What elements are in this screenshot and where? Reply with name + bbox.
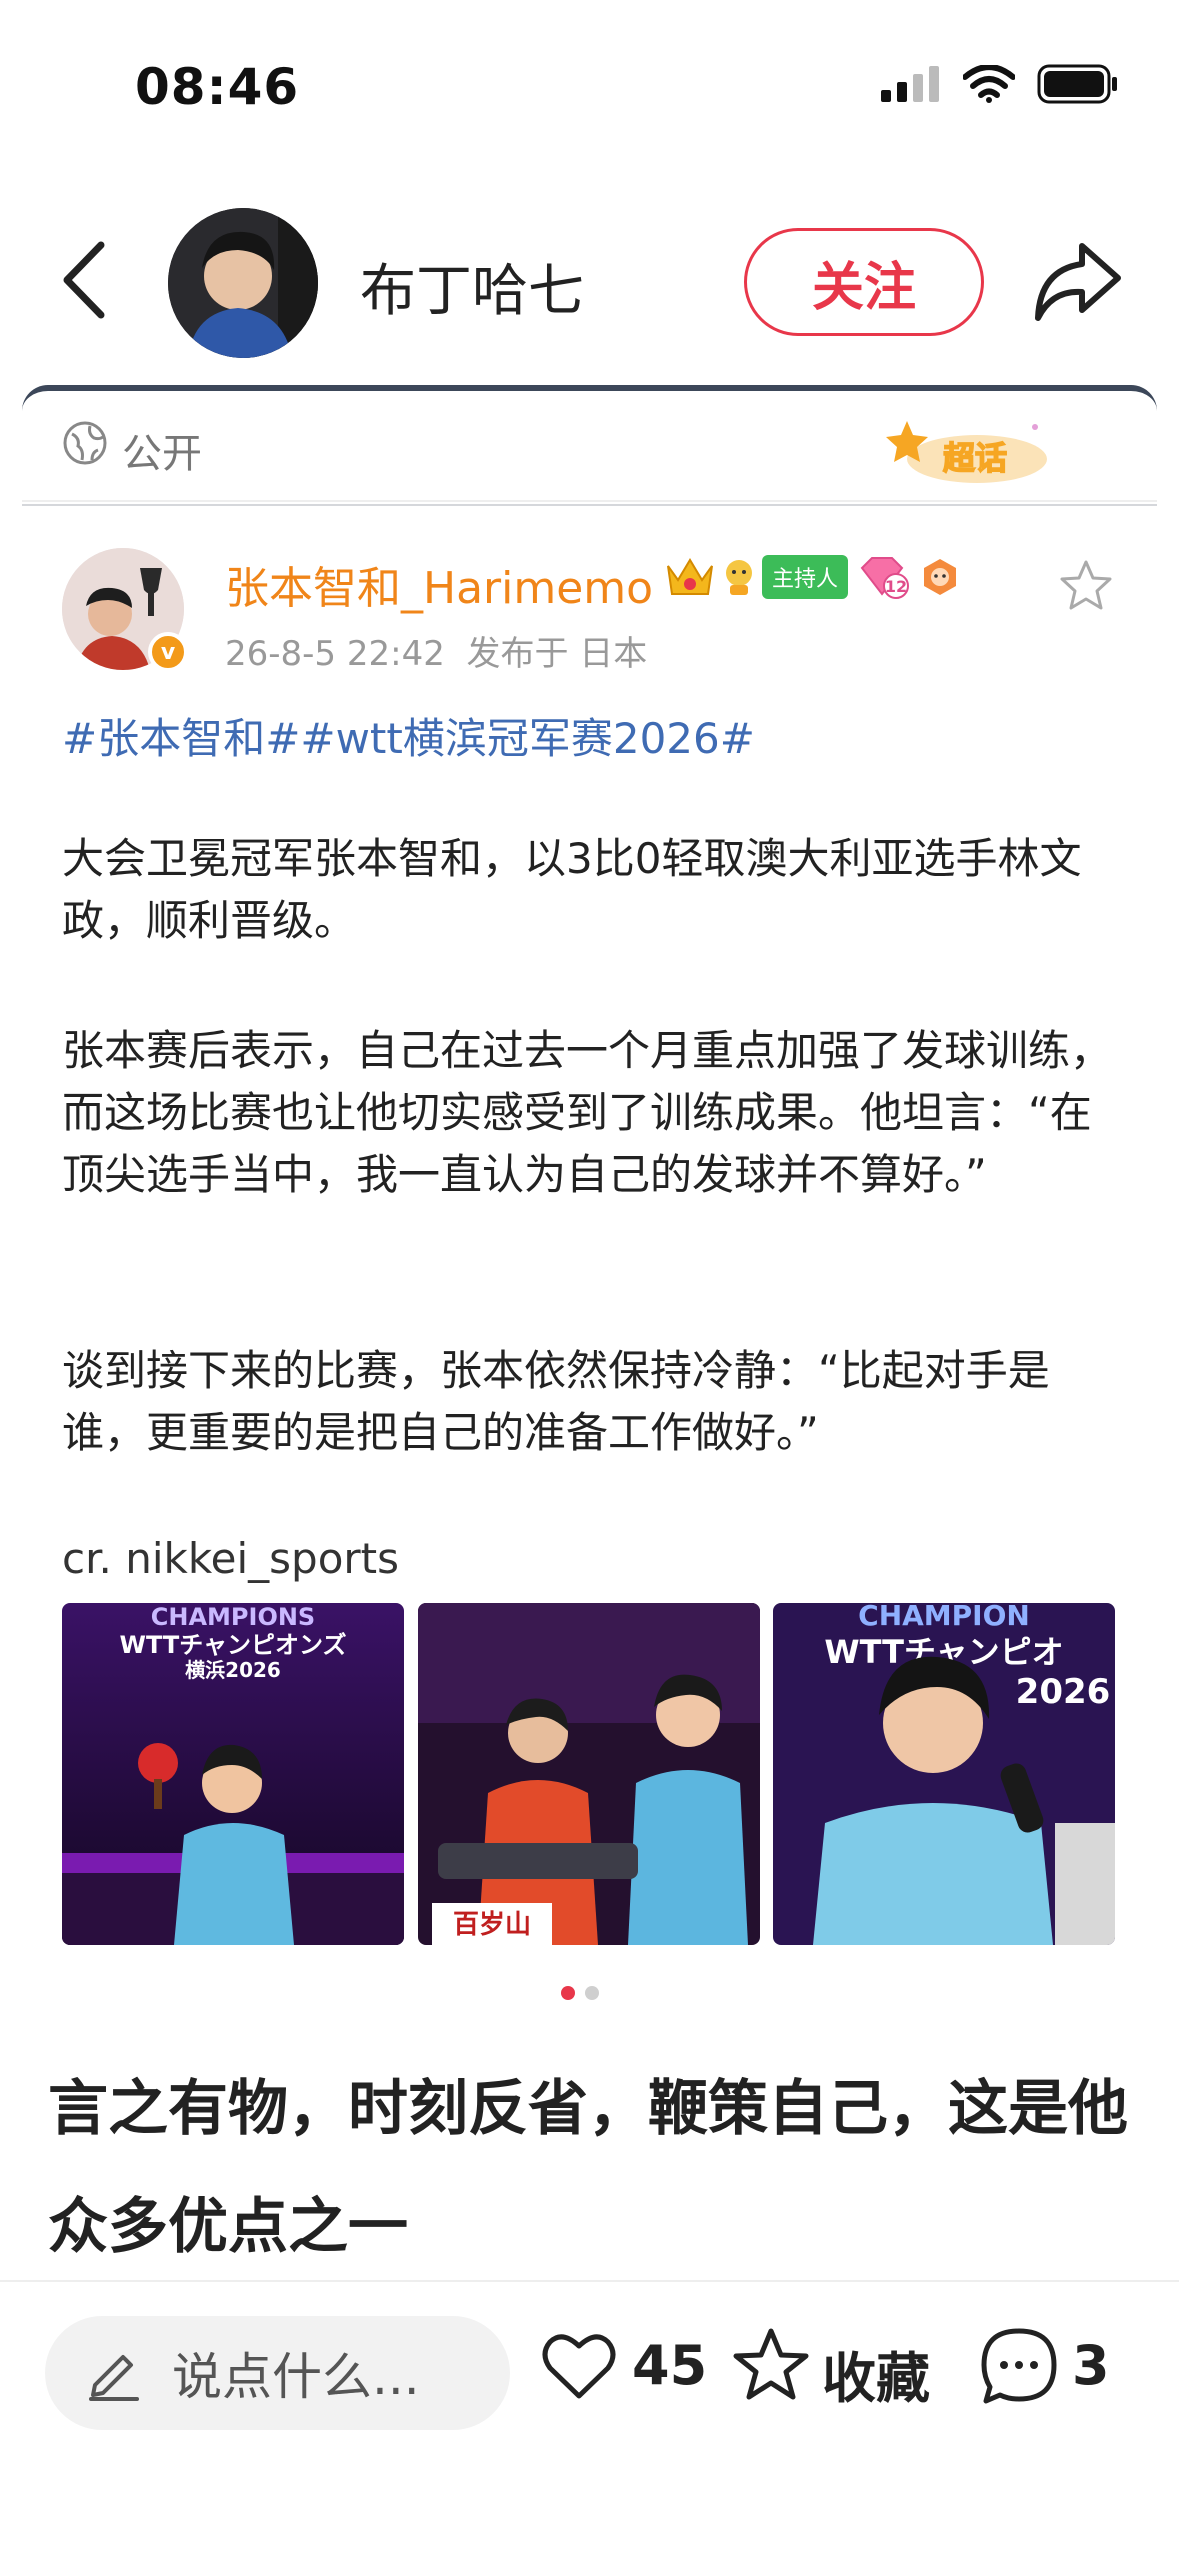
comment-count[interactable]: 3 xyxy=(1072,2334,1110,2397)
comment-bubble-icon[interactable] xyxy=(978,2325,1060,2407)
carousel-indicator xyxy=(561,1986,599,2000)
comment-placeholder[interactable]: 说点什么... xyxy=(172,2337,420,2409)
status-icons xyxy=(881,62,1119,106)
author-avatar[interactable] xyxy=(168,208,318,358)
verified-badge-icon: v xyxy=(148,632,188,672)
host-badge: 主持人 xyxy=(762,555,849,599)
photo-3-caption-3: 2026 xyxy=(1016,1672,1111,1712)
wifi-icon xyxy=(963,65,1015,103)
photo-3-caption-1: CHAMPION xyxy=(858,1603,1030,1632)
post-meta: 26-8-5 22:42 发布于 日本 xyxy=(225,626,647,675)
supertopic-badge[interactable]: 超话 xyxy=(885,415,1055,493)
favorite-star-icon[interactable] xyxy=(1058,558,1114,614)
status-time: 08:46 xyxy=(135,58,300,116)
battery-icon xyxy=(1037,64,1117,104)
post-paragraph-3: 谈到接下来的比赛，张本依然保持冷静：“比起对手是谁，更重要的是把自己的准备工作做… xyxy=(62,1346,1050,1457)
photo-1-image: CHAMPIONS WTTチャンピオンズ 横浜2026 xyxy=(62,1603,404,1945)
share-icon[interactable] xyxy=(1030,238,1125,326)
divider xyxy=(22,500,1157,502)
signal-icon xyxy=(881,66,939,102)
author-name[interactable]: 布丁哈七 xyxy=(360,246,584,327)
host-mascot-icon xyxy=(726,560,752,595)
level-number: 12 xyxy=(885,577,907,596)
carousel-dot-2[interactable] xyxy=(585,1986,599,2000)
post-photo-2[interactable]: 百岁山 xyxy=(418,1603,760,1945)
star-icon[interactable] xyxy=(730,2325,812,2407)
photo-1-caption-3: 横浜2026 xyxy=(185,1658,281,1682)
reposter-comment: 言之有物，时刻反省，鞭策自己，这是他众多优点之一 xyxy=(48,2074,1128,2262)
supertopic-badge-art: 超话 xyxy=(886,421,1047,483)
collect-label[interactable]: 收藏 xyxy=(822,2334,930,2413)
like-count[interactable]: 45 xyxy=(632,2334,707,2397)
photo-credit: cr. nikkei_sports xyxy=(62,1534,400,1583)
follow-button[interactable]: 关注 xyxy=(744,228,984,336)
back-icon[interactable] xyxy=(55,235,115,325)
supertopic-label: 超话 xyxy=(943,439,1007,477)
post-time: 26-8-5 22:42 xyxy=(225,634,445,674)
post-hashtags[interactable]: #张本智和##wtt横滨冠军赛2026# xyxy=(62,705,755,766)
photo-2-image: 百岁山 xyxy=(418,1603,760,1945)
post-photo-3[interactable]: CHAMPION WTTチャンピオ 2026 xyxy=(773,1603,1115,1945)
level-diamond-icon: 12 xyxy=(860,557,910,599)
carousel-dot-1[interactable] xyxy=(561,1986,575,2000)
post-paragraph-2: 张本赛后表示，自己在过去一个月重点加强了发球训练，而这场比赛也让他切实感受到了训… xyxy=(62,1026,1113,1199)
photo-1-caption-1: CHAMPIONS xyxy=(151,1603,315,1631)
poster-name[interactable]: 张本智和_Harimemo xyxy=(225,552,653,616)
poster-badges: 主持人 12 xyxy=(664,553,960,601)
photo-1-caption-2: WTTチャンピオンズ xyxy=(119,1631,346,1659)
post-location: 发布于 日本 xyxy=(466,634,648,674)
visibility-label: 公开 xyxy=(122,431,202,477)
photo-2-caption: 百岁山 xyxy=(453,1909,531,1940)
pencil-icon xyxy=(89,2355,139,2401)
fan-badge-icon xyxy=(924,559,957,595)
heart-icon[interactable] xyxy=(540,2330,618,2402)
globe-icon xyxy=(63,421,107,465)
crown-icon xyxy=(667,558,713,595)
author-avatar-image xyxy=(168,208,318,358)
post-photo-1[interactable]: CHAMPIONS WTTチャンピオンズ 横浜2026 xyxy=(62,1603,404,1945)
post-paragraph-1: 大会卫冕冠军张本智和，以3比0轻取澳大利亚选手林文政，顺利晋级。 xyxy=(62,834,1082,945)
photo-3-image: CHAMPION WTTチャンピオ 2026 xyxy=(773,1603,1115,1945)
